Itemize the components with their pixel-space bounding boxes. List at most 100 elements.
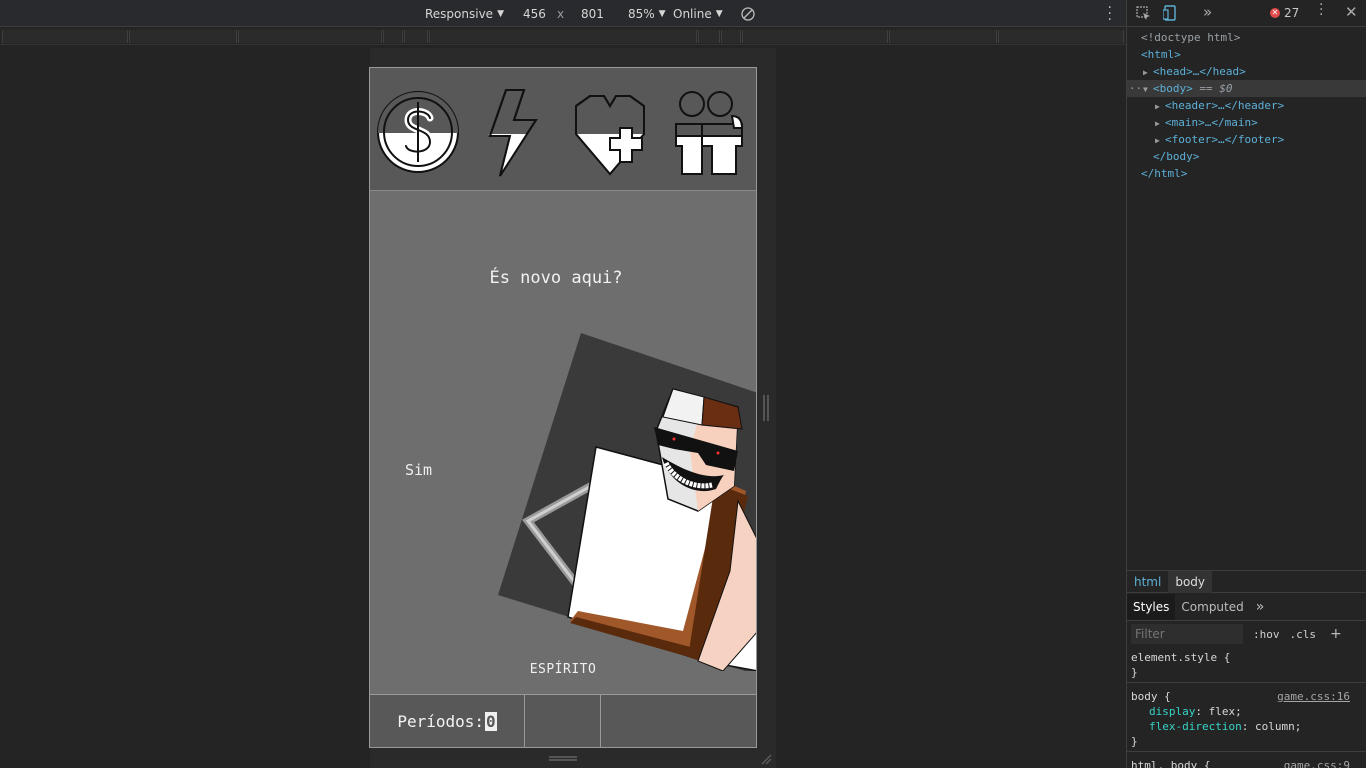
rule-source-link[interactable]: game.css:16 xyxy=(1277,689,1350,704)
rule-selector[interactable]: element.style { xyxy=(1131,650,1362,665)
width-field[interactable]: 456 xyxy=(523,0,546,27)
game-footer: Períodos: 0 xyxy=(370,694,756,747)
dom-node[interactable]: <!doctype html> xyxy=(1127,29,1366,46)
dimension-separator: x xyxy=(557,6,565,21)
style-rule: body { game.css:16 display: flex; flex-di… xyxy=(1127,683,1366,752)
tab-computed[interactable]: Computed xyxy=(1175,594,1249,620)
corner-resize-handle[interactable] xyxy=(760,753,772,765)
character-card[interactable] xyxy=(498,331,757,671)
media-query-ruler xyxy=(0,28,1126,45)
expand-arrow-icon[interactable]: ▶ xyxy=(1143,64,1153,81)
media-query-bar[interactable] xyxy=(742,30,888,43)
rule-close: } xyxy=(1131,666,1138,679)
error-counter[interactable]: ✕ 27 xyxy=(1270,6,1299,20)
chevron-down-icon: ▼ xyxy=(715,8,723,19)
card-name: ESPÍRITO xyxy=(529,662,597,677)
media-query-bar[interactable] xyxy=(889,30,997,43)
style-declaration[interactable]: flex-direction: column; xyxy=(1131,719,1362,734)
dom-node[interactable]: ▶ <header>…</header> xyxy=(1127,97,1366,114)
body-open-tag: <body> xyxy=(1153,82,1193,95)
breadcrumb: html body xyxy=(1127,570,1366,593)
html-open-tag: <html> xyxy=(1141,48,1181,61)
dom-node-selected[interactable]: ··· ▼ <body> == $0 xyxy=(1127,80,1366,97)
rule-header: html, body { game.css:9 xyxy=(1131,758,1362,768)
more-tabs-icon[interactable]: » xyxy=(1250,594,1271,620)
settings-menu-icon[interactable]: · · · xyxy=(1319,0,1323,22)
media-query-bar[interactable] xyxy=(698,30,720,43)
device-toggle-icon[interactable] xyxy=(1163,5,1177,21)
media-query-bar[interactable] xyxy=(129,30,237,43)
height-resize-handle[interactable] xyxy=(549,756,577,761)
breadcrumb-body[interactable]: body xyxy=(1168,570,1213,593)
more-options-icon[interactable]: · · · xyxy=(1108,1,1112,27)
chevron-down-icon: ▼ xyxy=(497,8,504,19)
add-rule-icon[interactable]: + xyxy=(1330,626,1342,642)
dom-node[interactable]: ▶ <head>…</head> xyxy=(1127,63,1366,80)
rule-selector[interactable]: body { xyxy=(1131,690,1171,703)
ellipsis-icon: ··· xyxy=(1129,82,1149,95)
inspect-element-icon[interactable] xyxy=(1136,6,1151,21)
periods-counter: Períodos: 0 xyxy=(370,695,525,747)
selected-marker: == $0 xyxy=(1199,82,1233,95)
style-declaration[interactable]: display: flex; xyxy=(1131,704,1362,719)
rule-header: body { game.css:16 xyxy=(1131,689,1362,704)
devtools-toolbar: » ✕ 27 · · · ✕ xyxy=(1127,0,1366,27)
body-close-tag: </body> xyxy=(1153,150,1200,163)
media-query-bar[interactable] xyxy=(721,30,741,43)
dom-node[interactable]: <html> xyxy=(1127,46,1366,63)
expand-arrow-icon[interactable]: ▶ xyxy=(1155,98,1165,115)
elements-tree: <!doctype html> <html> ▶ <head>…</head> ·… xyxy=(1127,29,1366,182)
breadcrumb-html[interactable]: html xyxy=(1127,571,1168,593)
heart-plus-icon xyxy=(575,95,645,176)
coin-dollar-icon xyxy=(377,91,459,173)
cls-toggle[interactable]: .cls xyxy=(1290,628,1317,641)
tab-styles[interactable]: Styles xyxy=(1127,594,1176,620)
answer-option-left[interactable]: Sim xyxy=(405,461,432,479)
styles-filter-row: :hov .cls + xyxy=(1127,622,1366,646)
media-query-bar[interactable] xyxy=(238,30,382,43)
people-icon xyxy=(675,91,744,175)
footer-slot xyxy=(601,695,756,747)
main-tag: <main>…</main> xyxy=(1165,116,1258,129)
doctype-text: <!doctype html> xyxy=(1141,31,1241,44)
media-query-bar[interactable] xyxy=(429,30,697,43)
periods-value: 0 xyxy=(485,712,497,731)
dom-node[interactable]: ▶ <main>…</main> xyxy=(1127,114,1366,131)
rule-source-link[interactable]: game.css:9 xyxy=(1284,758,1350,768)
close-icon[interactable]: ✕ xyxy=(1345,3,1358,21)
rotate-icon[interactable] xyxy=(741,0,755,27)
hov-toggle[interactable]: :hov xyxy=(1253,628,1280,641)
emulated-viewport: És novo aqui? Sim ESPÍRITO Períodos: 0 xyxy=(369,67,757,748)
footer-tag: <footer>…</footer> xyxy=(1165,133,1285,146)
question-text: És novo aqui? xyxy=(489,268,623,288)
more-tabs-icon[interactable]: » xyxy=(1203,3,1212,21)
media-query-bar[interactable] xyxy=(404,30,428,43)
zoom-select[interactable]: 85% ▼ xyxy=(628,0,666,27)
expand-arrow-icon[interactable]: ▶ xyxy=(1155,132,1165,149)
property-value: flex; xyxy=(1208,705,1242,718)
style-rule: html, body { game.css:9 xyxy=(1127,752,1366,768)
property-name: display xyxy=(1149,705,1196,718)
html-close-tag: </html> xyxy=(1141,167,1188,180)
dom-node[interactable]: </body> xyxy=(1127,148,1366,165)
filter-input[interactable] xyxy=(1131,624,1243,644)
media-query-bar[interactable] xyxy=(383,30,403,43)
device-select[interactable]: Responsive ▼ xyxy=(425,0,504,27)
dom-node[interactable]: ▶ <footer>…</footer> xyxy=(1127,131,1366,148)
property-name: flex-direction xyxy=(1149,720,1242,733)
width-resize-handle[interactable] xyxy=(763,395,769,421)
footer-slot xyxy=(525,695,601,747)
zoom-label: 85% xyxy=(628,6,655,21)
media-query-bar[interactable] xyxy=(998,30,1124,43)
dom-node[interactable]: </html> xyxy=(1127,165,1366,182)
media-query-bar[interactable] xyxy=(2,30,128,43)
network-select[interactable]: Online ▼ xyxy=(673,0,723,27)
rule-selector[interactable]: html, body { xyxy=(1131,759,1210,768)
lightning-bolt-icon xyxy=(488,89,538,177)
height-field[interactable]: 801 xyxy=(581,0,604,27)
expand-arrow-icon[interactable]: ▶ xyxy=(1155,115,1165,132)
network-label: Online xyxy=(673,6,712,21)
style-rule: element.style { } xyxy=(1127,648,1366,683)
head-tag: <head>…</head> xyxy=(1153,65,1246,78)
property-value: column; xyxy=(1254,720,1302,733)
